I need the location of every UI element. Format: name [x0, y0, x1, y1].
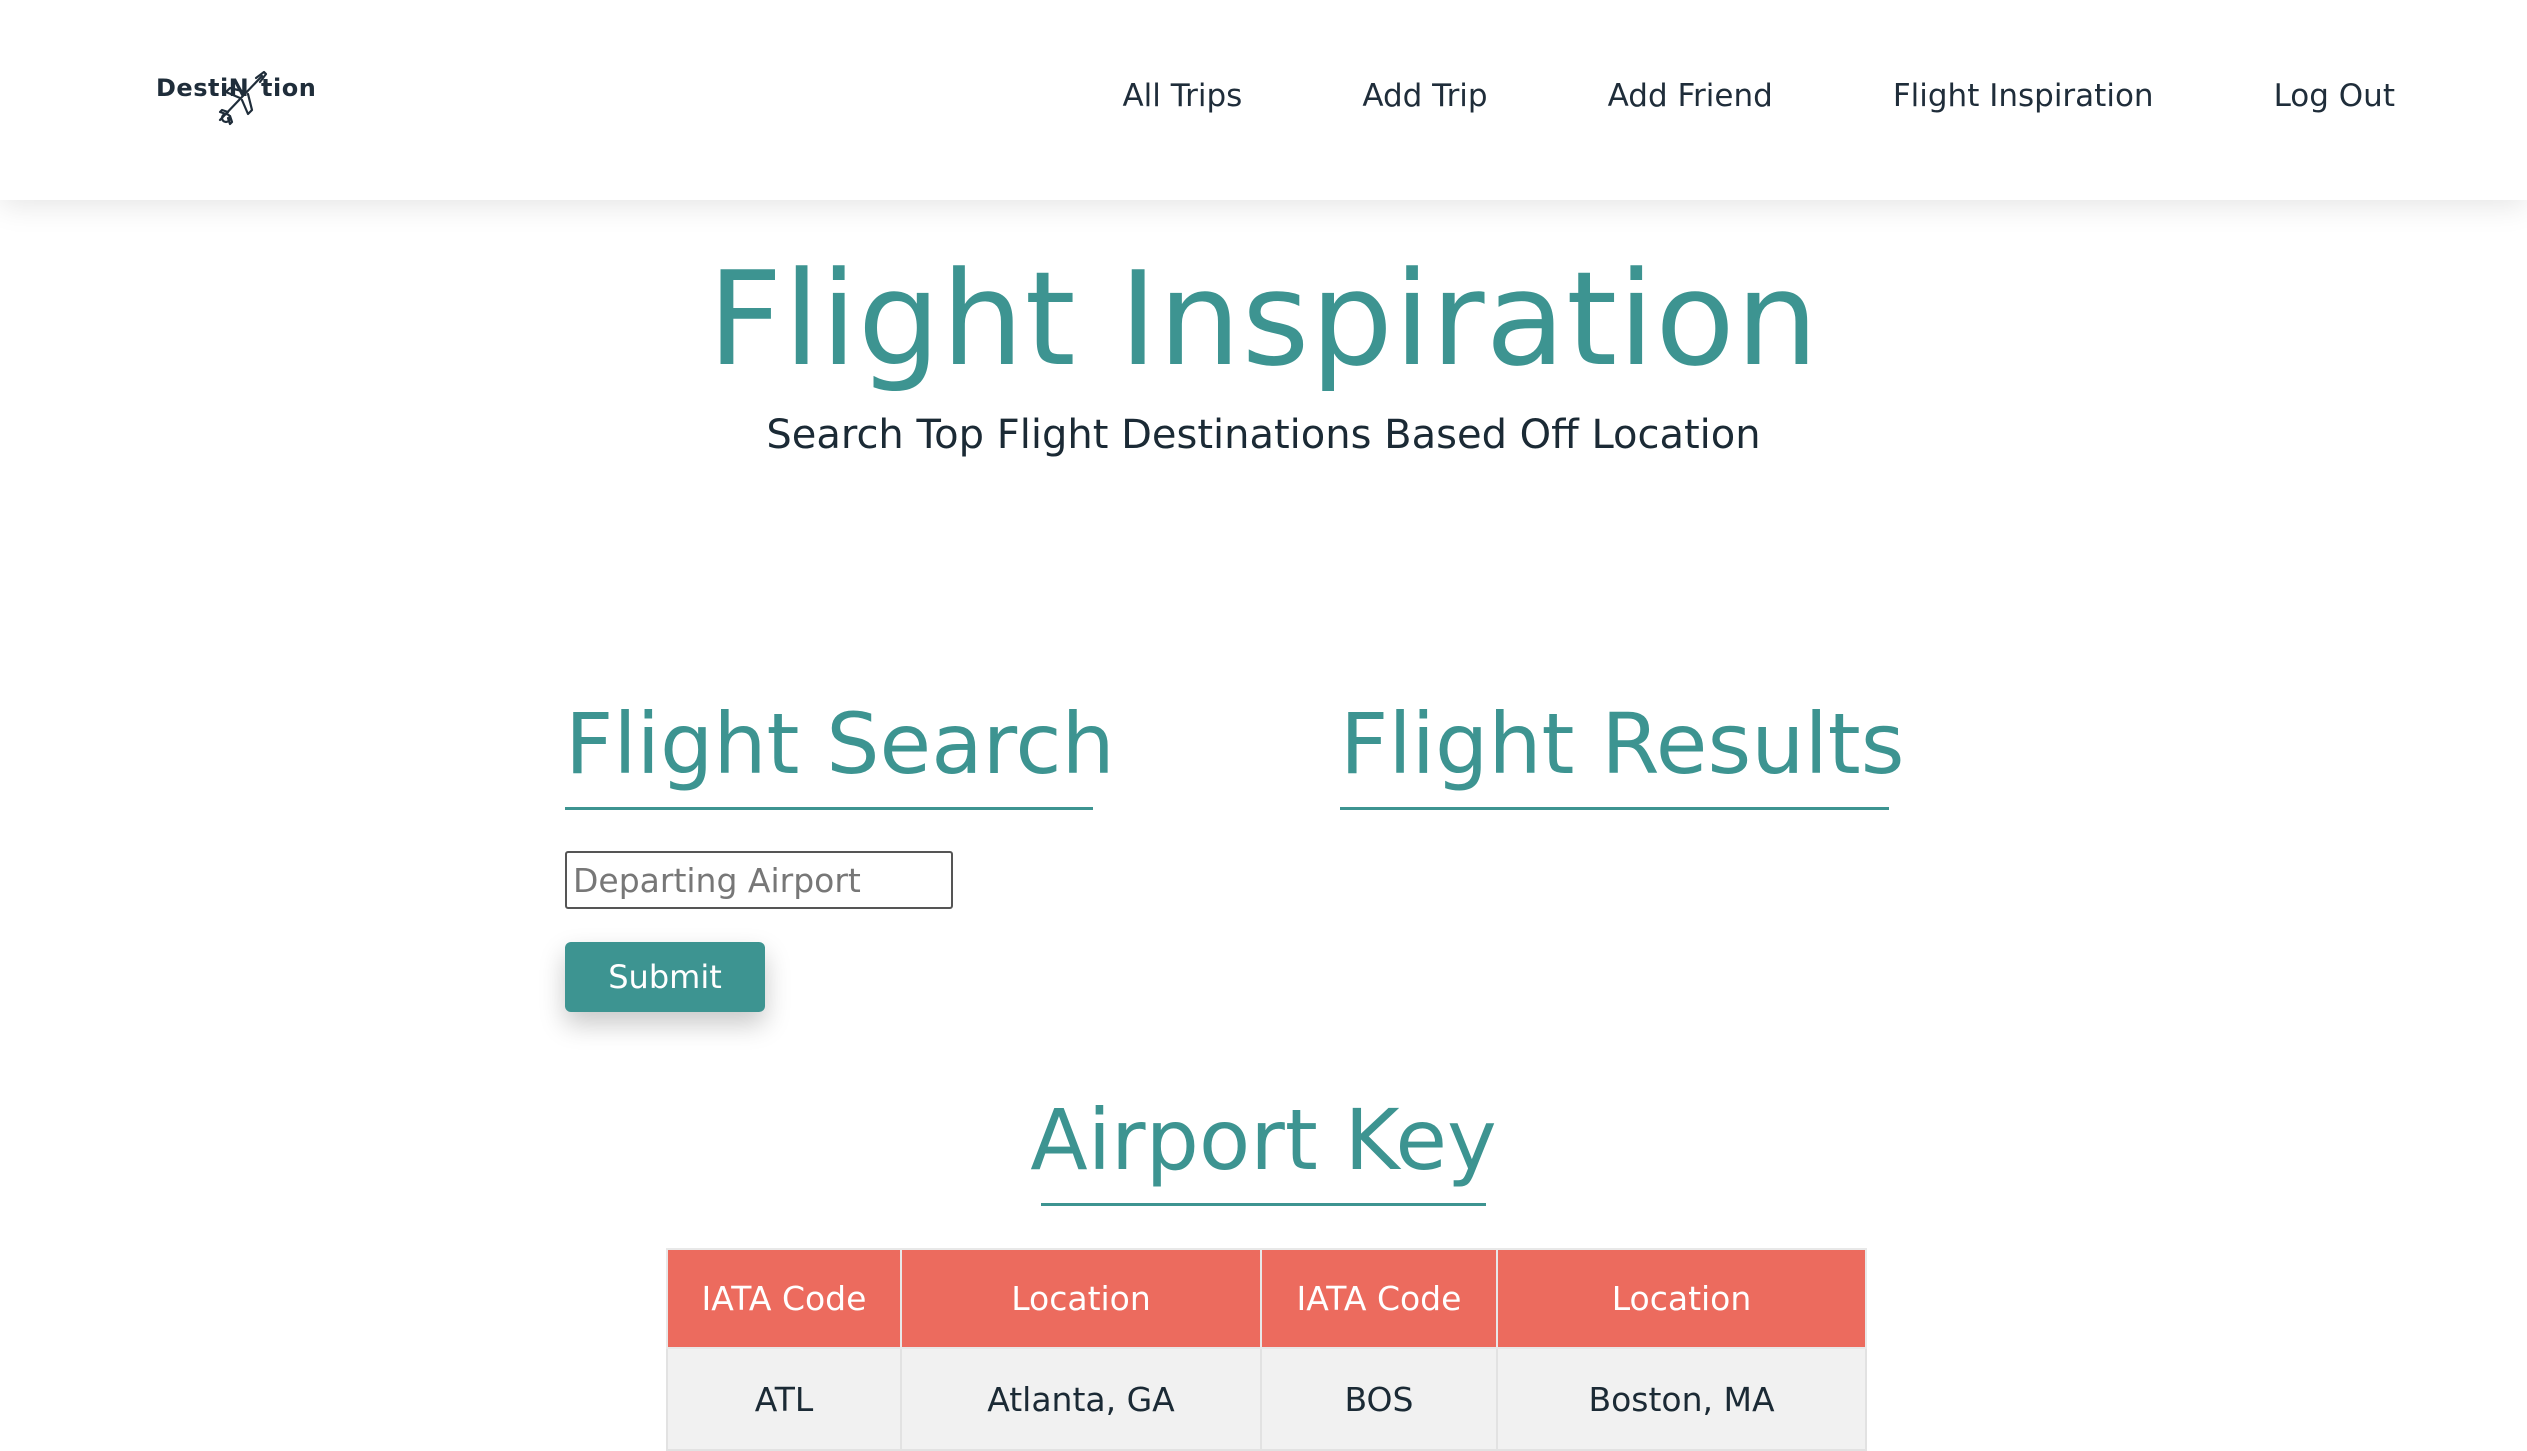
nav-flight-inspiration[interactable]: Flight Inspiration — [1893, 78, 2154, 114]
column-header-location: Location — [1496, 1248, 1867, 1349]
table-cell-location: Atlanta, GA — [900, 1347, 1262, 1451]
airport-key-table: IATA Code Location IATA Code Location AT… — [666, 1248, 1867, 1451]
destination-logo[interactable]: DestiN tion — [156, 70, 326, 130]
logo-text-end: tion — [261, 74, 317, 102]
flight-search-heading: Flight Search — [565, 695, 1115, 793]
flight-results-divider — [1340, 807, 1889, 810]
column-header-location: Location — [900, 1248, 1262, 1349]
site-header: DestiN tion All Trips Add Trip Add Frien… — [0, 0, 2527, 200]
table-cell-location: Boston, MA — [1496, 1347, 1867, 1451]
table-row: ATL Atlanta, GA BOS Boston, MA — [666, 1347, 1867, 1451]
column-header-iata-code: IATA Code — [1260, 1248, 1498, 1349]
table-cell-iata-code: ATL — [666, 1347, 902, 1451]
submit-button[interactable]: Submit — [565, 942, 765, 1012]
nav-add-trip[interactable]: Add Trip — [1362, 78, 1487, 114]
column-header-iata-code: IATA Code — [666, 1248, 902, 1349]
page-subtitle: Search Top Flight Destinations Based Off… — [766, 412, 1761, 458]
airport-key-divider — [1041, 1203, 1486, 1206]
main-nav: All Trips Add Trip Add Friend Flight Ins… — [1122, 78, 2395, 114]
nav-all-trips[interactable]: All Trips — [1122, 78, 1242, 114]
nav-add-friend[interactable]: Add Friend — [1608, 78, 1773, 114]
table-header-row: IATA Code Location IATA Code Location — [666, 1248, 1867, 1349]
nav-log-out[interactable]: Log Out — [2274, 78, 2395, 114]
flight-results-heading: Flight Results — [1340, 695, 1905, 793]
table-cell-iata-code: BOS — [1260, 1347, 1498, 1451]
flight-search-divider — [565, 807, 1093, 810]
airport-key-heading: Airport Key — [1030, 1091, 1497, 1189]
departing-airport-input[interactable] — [565, 851, 953, 909]
page-title: Flight Inspiration — [707, 243, 1820, 395]
